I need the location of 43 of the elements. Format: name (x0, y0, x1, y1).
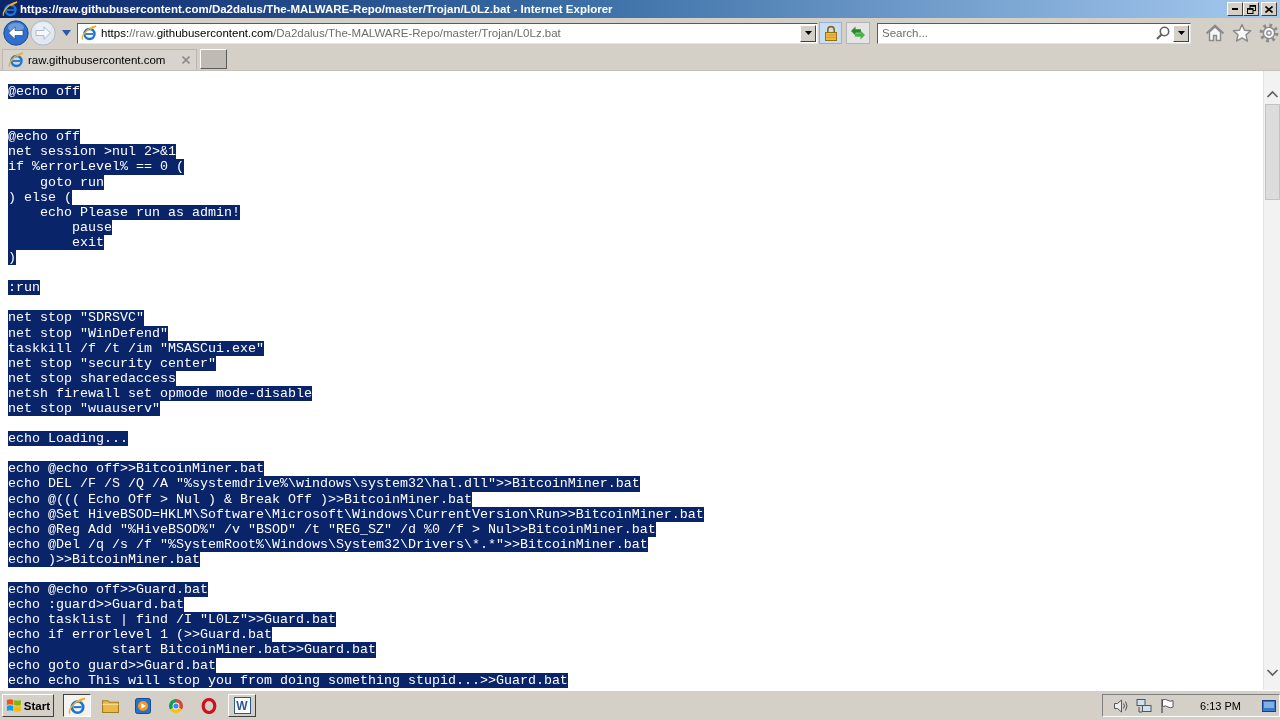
e-globe-icon (2, 1, 18, 17)
scrollbar[interactable] (1263, 71, 1280, 690)
caret-icon[interactable] (62, 30, 71, 36)
round-logo-icon (168, 697, 184, 714)
close-button[interactable] (1261, 2, 1277, 16)
speaker-icon[interactable] (1113, 697, 1130, 714)
tray-clock[interactable]: 6:13 PM (1200, 699, 1241, 712)
window-title: https://raw.githubusercontent.com/Da2dalus/The-MALWARE-Repo/master/Trojan/L0Lz.bat - Internet Explorer (20, 3, 614, 15)
taskbar-button[interactable] (63, 694, 91, 717)
flag-icon[interactable] (1159, 697, 1176, 714)
ring-icon (201, 697, 217, 714)
start-button[interactable]: Start (2, 694, 54, 717)
close-icon (1265, 5, 1273, 13)
refresh-button[interactable] (846, 22, 870, 44)
new-tab-button[interactable] (200, 49, 227, 69)
taskbar-button[interactable]: W (228, 694, 256, 717)
e-globe-icon (81, 25, 97, 41)
e-globe-icon (8, 52, 24, 68)
settings-icon[interactable] (1259, 23, 1279, 43)
show-desktop-icon[interactable] (1262, 699, 1276, 712)
restore-button[interactable] (1243, 2, 1259, 16)
tab[interactable]: raw.githubusercontent.com (2, 49, 197, 70)
network-icon[interactable] (1136, 697, 1153, 714)
address-field[interactable]: https://raw.githubusercontent.com/Da2dalus/The-MALWARE-Repo/master/Trojan/L0Lz.bat (77, 22, 818, 44)
address-dropdown-button[interactable] (800, 24, 816, 42)
security-button[interactable] (819, 22, 842, 44)
play-icon (135, 697, 151, 714)
minimize-button[interactable] (1227, 2, 1243, 16)
scrollbar-thumb[interactable] (1264, 104, 1280, 200)
refresh-icon (850, 25, 866, 41)
star-icon[interactable] (1232, 23, 1252, 43)
padlock-icon (823, 25, 838, 41)
flag-logo-icon (6, 698, 22, 713)
minimize-icon (1232, 8, 1238, 10)
restore-icon (1246, 4, 1256, 14)
home-icon[interactable] (1205, 23, 1225, 43)
caret-icon (804, 31, 812, 35)
folder-icon (101, 698, 119, 713)
search-icon[interactable] (1156, 26, 1170, 40)
back-icon[interactable] (3, 20, 29, 46)
search-field[interactable]: Search... (877, 22, 1191, 44)
caret-icon (1177, 31, 1185, 35)
e-globe-icon (68, 696, 86, 715)
